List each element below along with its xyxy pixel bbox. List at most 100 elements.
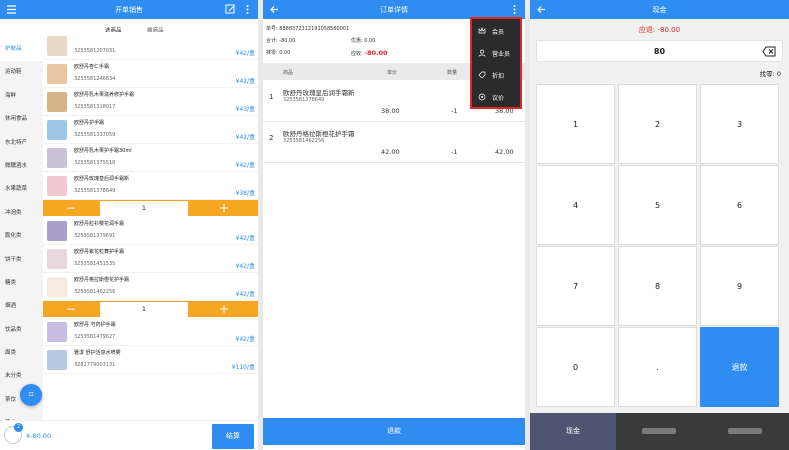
refund-button[interactable]: 退款 xyxy=(263,418,525,445)
category-item[interactable]: 糖类 xyxy=(0,272,43,295)
product-row[interactable]: 欧舒丹格拉斯橙花护手霜 3253581462256 ¥42/盒 xyxy=(43,273,258,301)
item-price: 38.00 xyxy=(381,107,400,115)
quantity-value[interactable]: 1 xyxy=(100,302,188,317)
product-image xyxy=(47,249,67,269)
quantity-value[interactable]: 1 xyxy=(100,201,188,216)
key-7[interactable]: 7 xyxy=(536,246,615,326)
user-icon xyxy=(478,49,486,57)
sale-header: 开单销售 xyxy=(0,0,258,19)
category-item[interactable]: 东北特产 xyxy=(0,132,43,155)
menu-item-label: 议价 xyxy=(492,95,505,102)
increase-button[interactable]: + xyxy=(204,200,244,217)
product-name: 欧舒丹粒衫樱花润手霜 xyxy=(74,221,125,227)
more-vertical-icon[interactable] xyxy=(242,4,253,15)
category-item[interactable]: 微醺酒水 xyxy=(0,155,43,178)
product-price: ¥110/盒 xyxy=(231,364,255,371)
key-3[interactable]: 3 xyxy=(700,84,779,164)
order-item-row[interactable]: 2 欧舒丹格拉斯橙花护手霜 3253581462256 42.00 -1 42.00 xyxy=(263,122,525,163)
item-name: 欧舒丹玫瑰皇后润手霜新 xyxy=(283,89,355,97)
order-receivable: 应收: -80.00 xyxy=(351,49,388,57)
coin-icon xyxy=(478,93,486,101)
col-qty: 数量 xyxy=(447,70,458,76)
tab-payment-method-3[interactable] xyxy=(702,413,788,450)
product-row[interactable]: 欧舒丹 芍药护手霜 3253581479627 ¥42/盒 xyxy=(43,318,258,346)
product-code: 3253581318017 xyxy=(74,104,116,110)
tag-icon xyxy=(478,71,486,79)
order-discount: 优惠: 0.00 xyxy=(351,38,376,44)
category-item[interactable]: 饮品类 xyxy=(0,319,43,342)
product-image xyxy=(47,36,67,56)
decrease-button[interactable]: − xyxy=(51,301,91,318)
backspace-icon[interactable] xyxy=(762,46,776,57)
item-qty: -1 xyxy=(451,148,458,156)
product-code: 3282779003131 xyxy=(74,362,116,368)
category-item[interactable]: 饼干类 xyxy=(0,249,43,272)
product-row[interactable]: 欧舒丹乳木果滋养修护手霜 3253581318017 ¥43/盒 xyxy=(43,88,258,116)
product-code: 3253581379691 xyxy=(74,233,116,239)
amount-due: 应退: -80.00 xyxy=(638,26,681,34)
category-item[interactable]: 运动鞋 xyxy=(0,61,43,84)
product-image xyxy=(47,176,67,196)
product-price: ¥42/盒 xyxy=(235,78,255,85)
product-name: 欧舒丹格拉斯橙花护手霜 xyxy=(74,277,130,283)
product-code: 3253581462256 xyxy=(74,289,116,295)
product-image xyxy=(47,92,67,112)
checkout-button[interactable]: 结算 xyxy=(212,424,254,449)
product-row[interactable]: 欧舒丹紫花粒舞护手霜 3253581451535 ¥42/盒 xyxy=(43,245,258,273)
key-2[interactable]: 2 xyxy=(618,84,697,164)
key-6[interactable]: 6 xyxy=(700,165,779,245)
menu-item-clerk[interactable]: 营业员 xyxy=(472,42,520,64)
amount-input[interactable]: 80 xyxy=(536,40,783,62)
product-image xyxy=(47,221,67,241)
more-vertical-icon[interactable] xyxy=(509,4,520,15)
product-code: 3253581207031 xyxy=(74,48,116,54)
key-8[interactable]: 8 xyxy=(618,246,697,326)
product-price: ¥42/盒 xyxy=(235,162,255,169)
product-row[interactable]: 欧舒丹护手霜 3253581337059 ¥42/盒 xyxy=(43,116,258,144)
category-item[interactable]: 面类 xyxy=(0,342,43,365)
category-item[interactable]: 海鲜 xyxy=(0,85,43,108)
product-price: ¥42/盒 xyxy=(235,134,255,141)
category-item[interactable]: 护肤品 xyxy=(0,38,43,62)
order-title: 订单详情 xyxy=(380,6,408,14)
order-subtotal: 合计: -80.00 xyxy=(266,38,296,44)
category-item[interactable]: 烟酒 xyxy=(0,295,43,318)
key-1[interactable]: 1 xyxy=(536,84,615,164)
menu-item-label: 营业员 xyxy=(492,51,511,58)
menu-item-discount[interactable]: 折扣 xyxy=(472,64,520,86)
tab-cash[interactable]: 现金 xyxy=(530,413,616,450)
tab-payment-method-2[interactable] xyxy=(616,413,702,450)
product-row[interactable]: 欧舒丹杏仁手霜 3253581246634 ¥42/盒 xyxy=(43,60,258,88)
product-code: 3253581337059 xyxy=(74,132,116,138)
key-4[interactable]: 4 xyxy=(536,165,615,245)
product-code: 3253581378649 xyxy=(74,188,116,194)
category-item[interactable]: 水果蔬菜 xyxy=(0,178,43,201)
key-decimal[interactable]: . xyxy=(618,327,697,407)
product-name: 欧舒丹乳木果滋养修护手霜 xyxy=(74,92,135,98)
product-row[interactable]: 3253581207031 ¥42/盒 xyxy=(43,32,258,60)
menu-item-bargain[interactable]: 议价 xyxy=(472,86,520,108)
product-name: 欧舒丹护手霜 xyxy=(74,120,105,126)
key-9[interactable]: 9 xyxy=(700,246,779,326)
product-name: 欧舒丹杏仁手霜 xyxy=(74,64,110,70)
product-row[interactable]: 欧舒丹粒衫樱花润手霜 3253581379691 ¥42/盒 xyxy=(43,217,258,245)
category-item[interactable]: 休闲食品 xyxy=(0,108,43,131)
edit-icon[interactable] xyxy=(225,4,236,15)
refund-confirm-key[interactable]: 退款 xyxy=(700,327,779,407)
scan-button[interactable]: ⌗ xyxy=(20,384,42,406)
category-item[interactable]: 冲泡类 xyxy=(0,202,43,225)
order-number: 单号: 8888372312191058560001 xyxy=(266,26,350,32)
item-code: 3253581462256 xyxy=(283,138,325,144)
product-row[interactable]: 雅漾 舒护活泉水喷雾 3282779003131 ¥110/盒 xyxy=(43,346,258,374)
key-0[interactable]: 0 xyxy=(536,327,615,407)
product-row[interactable]: 欧舒丹玫瑰皇后润手霜新 3253581378649 ¥38/盒 xyxy=(43,172,258,200)
cart-footer: 2 ¥-80.00 结算 xyxy=(0,420,258,450)
quantity-stepper: −1 + xyxy=(43,301,258,318)
category-item[interactable]: 膨化类 xyxy=(0,225,43,248)
item-index: 2 xyxy=(269,134,274,142)
decrease-button[interactable]: − xyxy=(51,200,91,217)
key-5[interactable]: 5 xyxy=(618,165,697,245)
menu-item-member[interactable]: 会员 xyxy=(472,20,520,42)
product-row[interactable]: 欧舒丹乳木果护手霜30ml 3253581375518 ¥42/盒 xyxy=(43,144,258,172)
increase-button[interactable]: + xyxy=(204,301,244,318)
